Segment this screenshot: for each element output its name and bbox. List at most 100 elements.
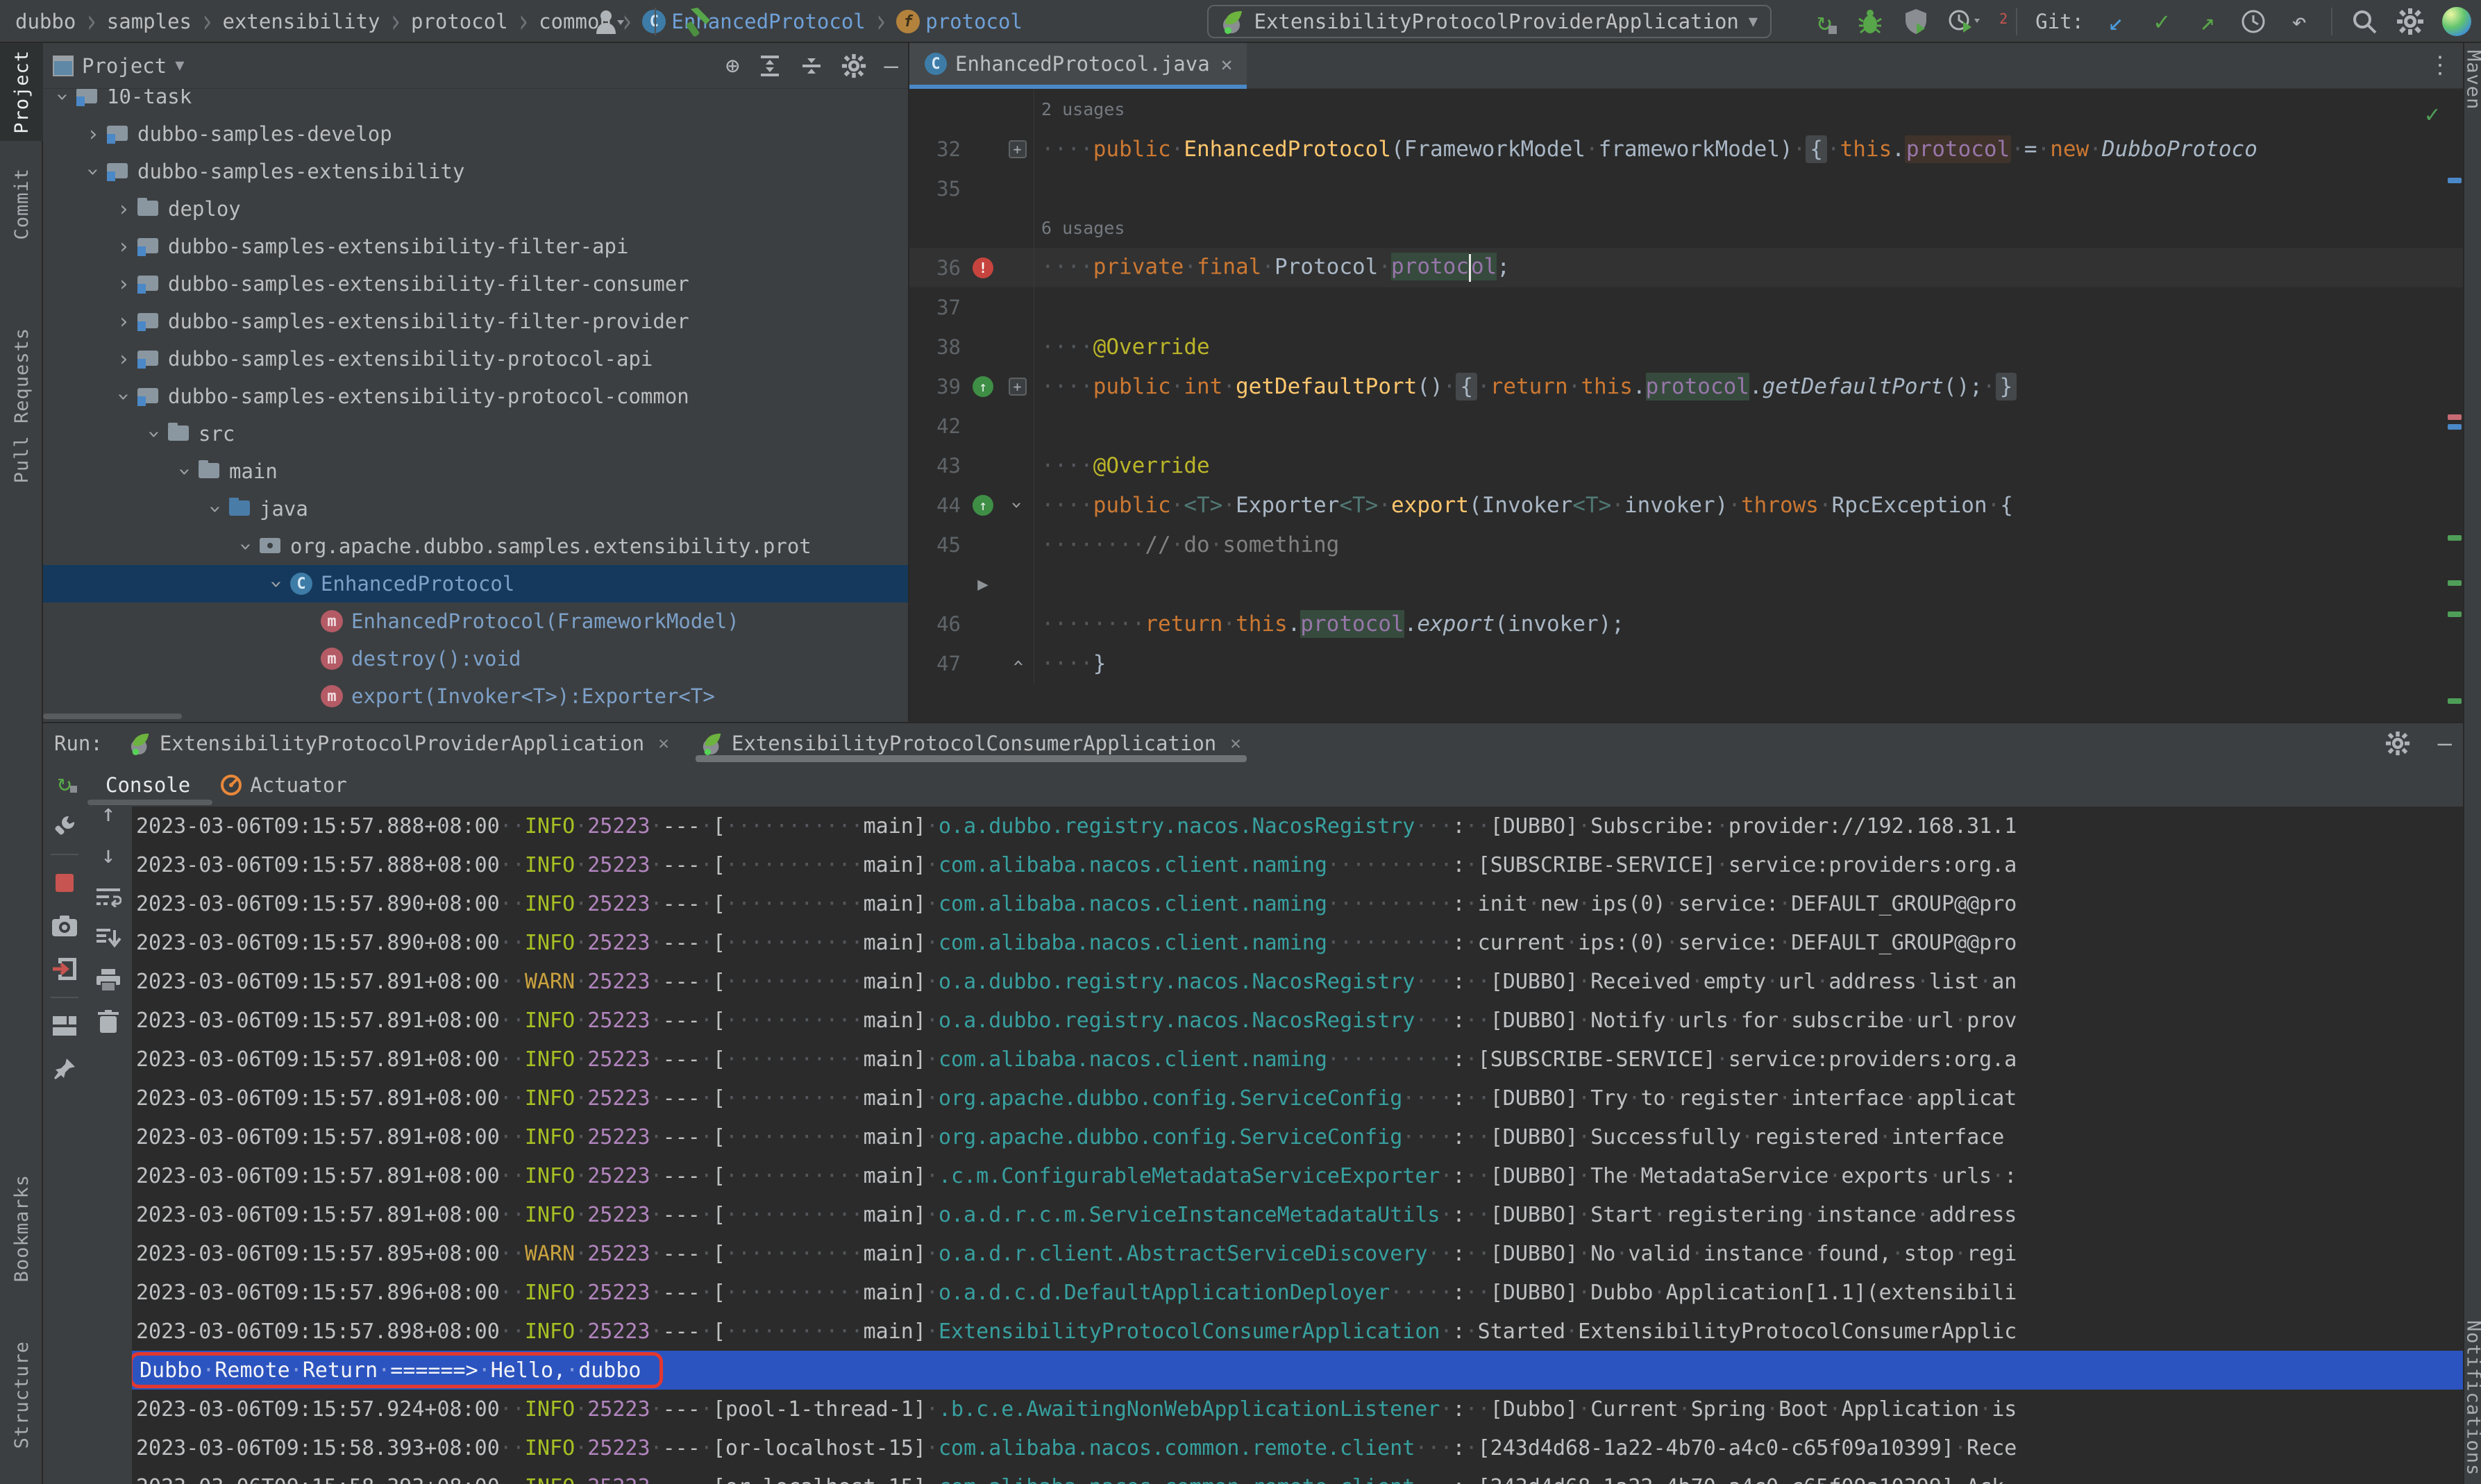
user-avatar[interactable]: [2442, 7, 2471, 36]
run-settings-gear-icon[interactable]: [2385, 731, 2410, 756]
console-line[interactable]: 2023-03-06T09:15:57.898+08:00··INFO·2522…: [132, 1312, 2463, 1351]
editor-line[interactable]: 43····@Override: [909, 446, 2463, 485]
hide-panel-icon[interactable]: —: [884, 52, 898, 80]
chevron-icon[interactable]: ›: [234, 534, 258, 559]
chevron-icon[interactable]: ›: [111, 347, 136, 371]
tree-item-dubbo-samples-extensibility-filter-api[interactable]: ›dubbo-samples-extensibility-filter-api: [43, 228, 908, 265]
console-line[interactable]: 2023-03-06T09:15:57.896+08:00··INFO·2522…: [132, 1273, 2463, 1312]
breadcrumb-item[interactable]: samples: [107, 10, 192, 33]
chevron-icon[interactable]: ›: [111, 235, 136, 259]
tab-actuator[interactable]: Actuator: [221, 773, 347, 797]
chevron-icon[interactable]: ›: [111, 272, 136, 296]
tool-window-button-structure[interactable]: Structure: [0, 1334, 43, 1456]
minimize-panel-icon[interactable]: —: [2438, 730, 2452, 757]
editor-line[interactable]: ▶: [909, 564, 2463, 604]
settings-gear-icon[interactable]: [2396, 5, 2424, 38]
soft-wrap-icon[interactable]: [93, 882, 124, 912]
console-line[interactable]: 2023-03-06T09:15:58.393+08:00··INFO·2522…: [132, 1428, 2463, 1467]
chevron-icon[interactable]: ›: [142, 421, 167, 446]
git-commit-button[interactable]: ✓: [2148, 5, 2176, 38]
console-line[interactable]: 2023-03-06T09:15:57.890+08:00··INFO·2522…: [132, 884, 2463, 923]
down-arrow-icon[interactable]: ↓: [93, 840, 124, 870]
run-configuration-select[interactable]: ExtensibilityProtocolProviderApplication…: [1207, 5, 1772, 38]
tool-window-button-commit[interactable]: Commit: [0, 161, 43, 247]
clear-all-trash-icon[interactable]: [93, 1006, 124, 1037]
editor-line[interactable]: 37: [909, 287, 2463, 327]
breadcrumb-item[interactable]: protocol: [411, 10, 508, 33]
print-icon[interactable]: [93, 965, 124, 995]
console-line[interactable]: 2023-03-06T09:15:57.924+08:00··INFO·2522…: [132, 1390, 2463, 1428]
tree-item-enhancedprotocol[interactable]: ›CEnhancedProtocol: [43, 565, 908, 602]
run-with-coverage-button[interactable]: [1902, 5, 1930, 38]
edit-configuration-wrench-icon[interactable]: [49, 811, 80, 841]
console-line[interactable]: 2023-03-06T09:15:58.393+08:00··INFO·2522…: [132, 1467, 2463, 1484]
console-line[interactable]: 2023-03-06T09:15:57.891+08:00··INFO·2522…: [132, 1001, 2463, 1040]
console-line[interactable]: 2023-03-06T09:15:57.895+08:00··WARN·2522…: [132, 1234, 2463, 1273]
search-everywhere-icon[interactable]: [2350, 5, 2378, 38]
editor-line[interactable]: 47›····}: [909, 643, 2463, 683]
debug-button[interactable]: [1856, 5, 1884, 38]
tree-item-main[interactable]: ›main: [43, 453, 908, 490]
console-line[interactable]: 2023-03-06T09:15:57.891+08:00··WARN·2522…: [132, 962, 2463, 1001]
usages-inlay[interactable]: 2 usages: [909, 90, 2463, 129]
chevron-icon[interactable]: ›: [173, 459, 197, 484]
tool-window-button-pull-requests[interactable]: Pull Requests: [0, 321, 43, 490]
tree-item-dubbo-samples-extensibility-protocol-com[interactable]: ›dubbo-samples-extensibility-protocol-co…: [43, 378, 908, 415]
tree-item-destroy-void[interactable]: mdestroy():void: [43, 640, 908, 677]
rollback-icon[interactable]: ↶: [2285, 5, 2313, 38]
console-line[interactable]: 2023-03-06T09:15:57.888+08:00··INFO·2522…: [132, 845, 2463, 884]
chevron-icon[interactable]: ›: [111, 197, 136, 221]
console-horizontal-scrollbar[interactable]: [87, 800, 212, 805]
run-tab-provider[interactable]: ExtensibilityProtocolProviderApplication…: [124, 723, 675, 764]
close-icon[interactable]: ✕: [1221, 53, 1233, 76]
tree-item-org-apache-dubbo-samples-extensibility-p[interactable]: ›org.apache.dubbo.samples.extensibility.…: [43, 528, 908, 565]
tree-item-deploy[interactable]: ›deploy: [43, 190, 908, 228]
panel-settings-gear-icon[interactable]: [841, 53, 866, 78]
thread-dump-camera-icon[interactable]: [49, 911, 80, 941]
chevron-icon[interactable]: ›: [264, 571, 289, 596]
editor-line[interactable]: 32+····public·EnhancedProtocol(Framework…: [909, 129, 2463, 169]
editor-tab[interactable]: C EnhancedProtocol.java ✕: [909, 43, 1247, 89]
scroll-to-end-icon[interactable]: [93, 923, 124, 954]
history-icon[interactable]: [2239, 5, 2267, 38]
tree-item-src[interactable]: ›src: [43, 415, 908, 453]
chevron-icon[interactable]: ›: [81, 159, 106, 184]
chevron-icon[interactable]: ›: [51, 89, 75, 109]
console-line[interactable]: 2023-03-06T09:15:57.891+08:00··INFO·2522…: [132, 1079, 2463, 1118]
restore-layout-icon[interactable]: [49, 1011, 80, 1041]
chevron-icon[interactable]: ›: [112, 384, 136, 409]
rerun-icon[interactable]: ↻: [49, 768, 80, 798]
git-push-button[interactable]: ↗: [2194, 5, 2221, 38]
console-line[interactable]: 2023-03-06T09:15:57.891+08:00··INFO·2522…: [132, 1118, 2463, 1156]
tab-console[interactable]: Console: [106, 773, 190, 797]
exit-icon[interactable]: [49, 954, 80, 984]
console-line[interactable]: 2023-03-06T09:15:57.891+08:00··INFO·2522…: [132, 1195, 2463, 1234]
tree-horizontal-scrollbar[interactable]: [43, 714, 182, 719]
tree-item-dubbo-samples-extensibility-protocol-api[interactable]: ›dubbo-samples-extensibility-protocol-ap…: [43, 340, 908, 378]
console-line[interactable]: 2023-03-06T09:15:57.890+08:00··INFO·2522…: [132, 923, 2463, 962]
inspections-ok-icon[interactable]: ✓: [2425, 101, 2439, 128]
tool-window-button-notifications[interactable]: Notifications: [2464, 1313, 2481, 1483]
profiler-button[interactable]: [1948, 5, 1980, 38]
user-account-icon[interactable]: [594, 5, 624, 38]
chevron-icon[interactable]: ›: [203, 496, 228, 521]
pin-icon[interactable]: [49, 1054, 80, 1084]
chevron-icon[interactable]: ›: [111, 310, 136, 334]
stop-icon[interactable]: [49, 868, 80, 898]
editor-line[interactable]: 44↑›····public·<T>·Exporter<T>·export(In…: [909, 485, 2463, 525]
usages-inlay[interactable]: 6 usages: [909, 208, 2463, 248]
console-line[interactable]: 2023-03-06T09:15:57.891+08:00··INFO·2522…: [132, 1156, 2463, 1195]
tool-window-button-project[interactable]: Project: [0, 43, 43, 141]
collapse-all-icon[interactable]: [800, 54, 823, 78]
expand-all-icon[interactable]: [758, 54, 782, 78]
build-hammer-icon[interactable]: [687, 5, 714, 38]
tree-item-java[interactable]: ›java: [43, 490, 908, 528]
locate-file-icon[interactable]: ⊕: [725, 52, 739, 80]
git-update-button[interactable]: ↙: [2102, 5, 2130, 38]
more-tabs-icon[interactable]: ⋮: [2428, 51, 2452, 79]
console-line-highlighted[interactable]: Dubbo·Remote·Return·======>·Hello,·dubbo: [132, 1351, 2463, 1390]
run-tab-consumer[interactable]: ExtensibilityProtocolConsumerApplication…: [696, 723, 1247, 764]
tool-window-button-bookmarks[interactable]: Bookmarks: [0, 1167, 43, 1289]
editor-line[interactable]: 45········//·do·something: [909, 525, 2463, 564]
chevron-icon[interactable]: ›: [81, 122, 106, 146]
